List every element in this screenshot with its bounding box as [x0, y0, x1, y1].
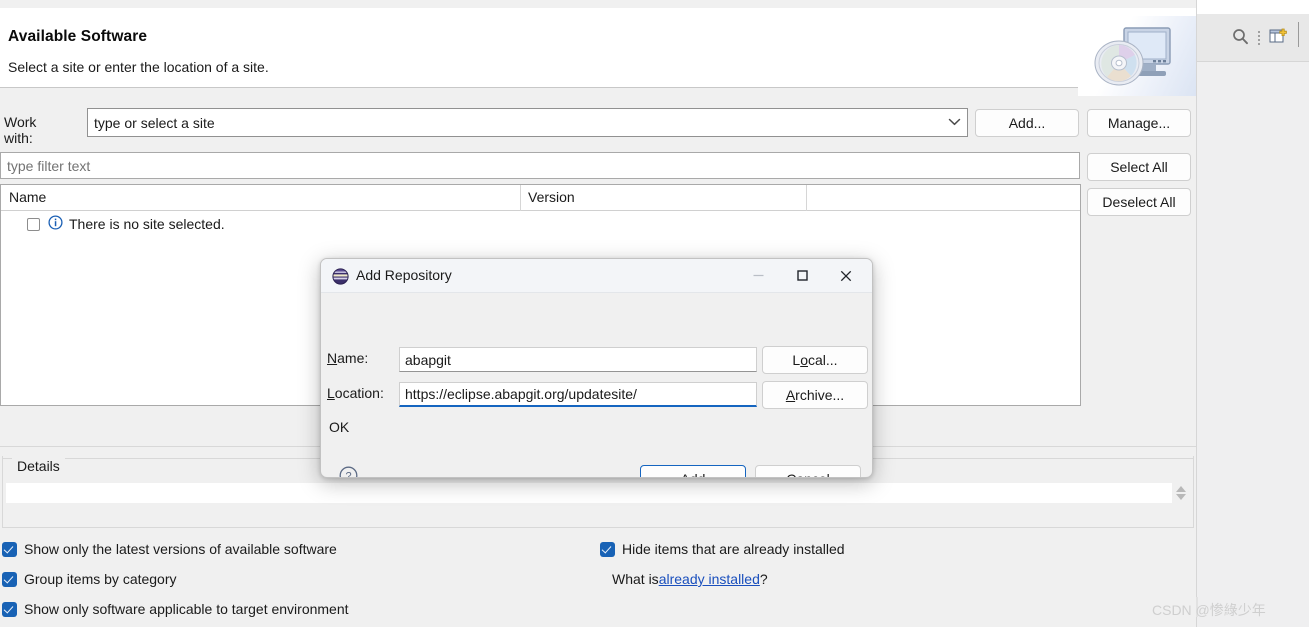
work-with-combo[interactable]: type or select a site [87, 108, 968, 137]
scroll-spinner-icon[interactable] [1174, 482, 1188, 504]
column-divider-1[interactable] [520, 185, 521, 211]
add-button[interactable]: Add [640, 465, 746, 477]
manage-sites-button[interactable]: Manage... [1087, 109, 1191, 137]
location-value: https://eclipse.abapgit.org/updatesite/ [405, 386, 637, 402]
watermark: CSDN @惨綠少年 [1152, 602, 1266, 618]
add-repository-dialog: Add Repository Name: abapgit Local... Lo… [320, 258, 873, 478]
details-label: Details [12, 458, 65, 474]
option-latest-versions[interactable]: Show only the latest versions of availab… [2, 541, 337, 557]
work-with-label: Work with: [4, 114, 37, 146]
monitor-with-disc-icon [1078, 16, 1196, 96]
option-label: Show only software applicable to target … [24, 601, 349, 617]
page-subtitle: Select a site or enter the location of a… [8, 59, 269, 75]
wizard-footer: Show only the latest versions of availab… [0, 536, 1196, 627]
dialog-title-bar[interactable]: Add Repository [321, 259, 872, 293]
checkbox-target-environment[interactable] [2, 601, 17, 617]
column-divider-2[interactable] [806, 185, 807, 211]
table-header: Name Version [1, 185, 1080, 211]
info-circle-icon [48, 215, 63, 233]
checkbox-latest-versions[interactable] [2, 541, 17, 557]
search-icon[interactable] [1232, 28, 1249, 48]
maximize-icon[interactable] [780, 259, 824, 292]
work-with-value: type or select a site [94, 114, 215, 131]
filter-input[interactable]: type filter text [0, 152, 1080, 179]
row-label: There is no site selected. [69, 216, 225, 232]
minimize-icon[interactable] [736, 259, 780, 292]
editor-toolbar [1232, 27, 1287, 48]
wizard-top-strip [0, 0, 1196, 8]
vertical-dots-icon[interactable] [1258, 30, 1260, 45]
new-perspective-icon[interactable] [1269, 27, 1287, 48]
toolbar-separator [1298, 22, 1299, 47]
filter-placeholder: type filter text [7, 157, 91, 174]
local-button[interactable]: Local... [762, 346, 868, 374]
column-header-version[interactable]: Version [528, 189, 575, 205]
chevron-down-icon[interactable] [941, 117, 967, 129]
location-label: Location: [327, 385, 384, 401]
select-all-button[interactable]: Select All [1087, 153, 1191, 181]
spinner-up-arrow[interactable] [1176, 486, 1186, 492]
table-row[interactable]: There is no site selected. [1, 212, 225, 236]
deselect-all-button[interactable]: Deselect All [1087, 188, 1191, 216]
what-is-prefix: What is [612, 571, 659, 587]
eclipse-logo-icon [332, 268, 349, 288]
name-field[interactable]: abapgit [399, 347, 757, 372]
already-installed-link[interactable]: already installed [659, 571, 760, 587]
status-message: OK [329, 419, 350, 435]
checkbox-group-by-category[interactable] [2, 571, 17, 587]
spinner-down-arrow[interactable] [1176, 494, 1186, 500]
what-is-suffix: ? [759, 571, 768, 587]
option-group-by-category[interactable]: Group items by category [2, 571, 177, 587]
archive-button[interactable]: Archive... [762, 381, 868, 409]
column-header-name[interactable]: Name [9, 189, 46, 205]
location-field[interactable]: https://eclipse.abapgit.org/updatesite/ [399, 382, 757, 407]
svg-text:?: ? [345, 471, 351, 478]
what-is-installed-row: What is already installed ? [612, 571, 768, 587]
background-editor-panel [1196, 0, 1309, 627]
option-label: Group items by category [24, 571, 177, 587]
close-icon[interactable] [824, 259, 868, 292]
wizard-header: Available Software Select a site or ente… [0, 8, 1196, 96]
option-hide-installed[interactable]: Hide items that are already installed [600, 541, 845, 557]
checkbox-hide-installed[interactable] [600, 541, 615, 557]
cancel-button[interactable]: Cancel [755, 465, 861, 477]
details-text[interactable] [6, 483, 1172, 503]
option-label: Hide items that are already installed [622, 541, 845, 557]
row-checkbox[interactable] [27, 217, 40, 231]
help-circle-icon[interactable]: ? [339, 466, 358, 478]
name-label: Name: [327, 350, 369, 366]
screen: Available Software Select a site or ente… [0, 0, 1309, 627]
dialog-title: Add Repository [356, 267, 452, 283]
option-target-environment[interactable]: Show only software applicable to target … [2, 601, 349, 617]
name-value: abapgit [405, 351, 451, 368]
option-label: Show only the latest versions of availab… [24, 541, 337, 557]
add-site-button[interactable]: Add... [975, 109, 1079, 137]
page-title: Available Software [8, 28, 148, 45]
editor-top-filler [1197, 0, 1309, 14]
